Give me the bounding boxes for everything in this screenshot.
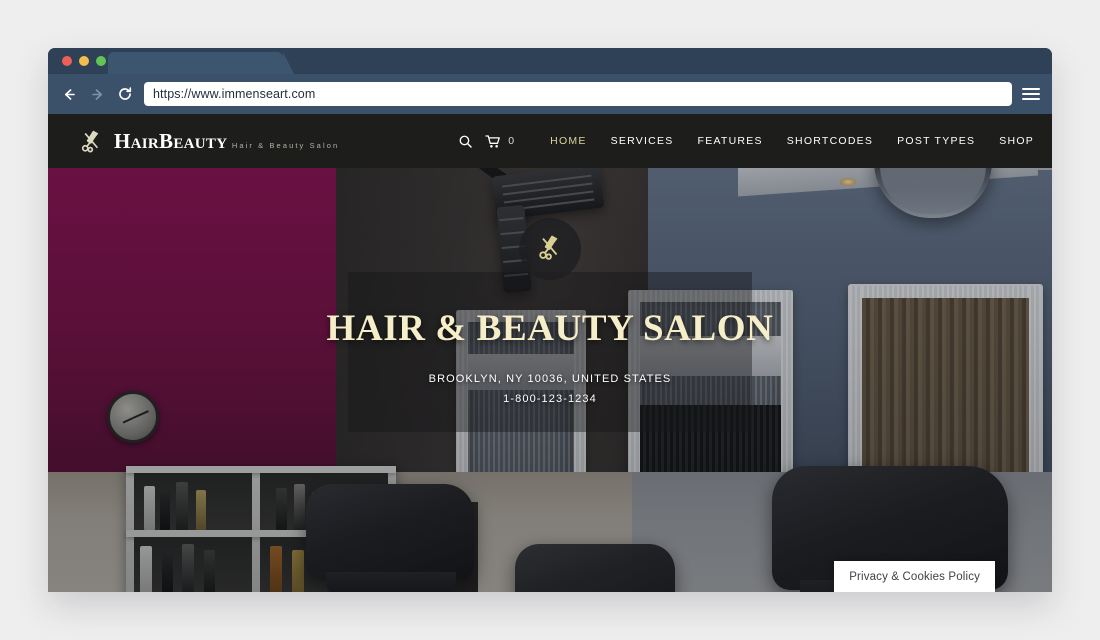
site-logo[interactable]: HairBeauty Hair & Beauty Salon — [78, 127, 339, 155]
cart-count: 0 — [508, 135, 515, 147]
address-bar-text: https://www.immenseart.com — [153, 87, 316, 101]
nav-item-shop[interactable]: SHOP — [987, 135, 1034, 147]
nav-item-post-types[interactable]: POST TYPES — [885, 135, 987, 147]
hero-title: HAIR & BEAUTY SALON — [326, 308, 774, 349]
cart-icon[interactable]: 0 — [485, 134, 514, 149]
nav-item-home[interactable]: HOME — [538, 135, 599, 147]
window-controls — [62, 56, 106, 66]
hero-address: BROOKLYN, NY 10036, UNITED STATES — [428, 373, 672, 385]
nav-item-shortcodes[interactable]: SHORTCODES — [775, 135, 885, 147]
header-right: 0 HOME SERVICES FEATURES SHORTCODES POST… — [458, 134, 1034, 149]
browser-tabstrip — [48, 48, 1052, 74]
close-window-button[interactable] — [62, 56, 72, 66]
hero-badge — [519, 218, 581, 280]
address-bar[interactable]: https://www.immenseart.com — [144, 82, 1012, 106]
nav-item-services[interactable]: SERVICES — [599, 135, 686, 147]
reload-button[interactable] — [116, 85, 134, 103]
search-icon[interactable] — [458, 134, 473, 149]
forward-button[interactable] — [88, 85, 106, 103]
minimize-window-button[interactable] — [79, 56, 89, 66]
scissors-comb-icon — [535, 232, 565, 267]
browser-toolbar: https://www.immenseart.com — [48, 74, 1052, 114]
hero-phone: 1-800-123-1234 — [503, 393, 597, 405]
scissors-comb-icon — [78, 127, 105, 155]
site-logo-text: HairBeauty Hair & Beauty Salon — [114, 130, 339, 152]
browser-tab[interactable] — [108, 52, 294, 74]
nav-item-features[interactable]: FEATURES — [686, 135, 775, 147]
site-logo-name: HairBeauty — [114, 129, 228, 153]
back-button[interactable] — [60, 85, 78, 103]
maximize-window-button[interactable] — [96, 56, 106, 66]
main-navigation: HOME SERVICES FEATURES SHORTCODES POST T… — [538, 135, 1034, 147]
browser-window: https://www.immenseart.com HairBeauty Ha… — [48, 48, 1052, 592]
hero-content: HAIR & BEAUTY SALON BROOKLYN, NY 10036, … — [48, 218, 1052, 405]
page-viewport: HairBeauty Hair & Beauty Salon 0 HOME SE… — [48, 114, 1052, 592]
site-logo-tagline: Hair & Beauty Salon — [231, 141, 340, 150]
site-header: HairBeauty Hair & Beauty Salon 0 HOME SE… — [48, 114, 1052, 168]
privacy-cookies-policy-tab[interactable]: Privacy & Cookies Policy — [834, 561, 995, 592]
browser-menu-icon[interactable] — [1022, 85, 1040, 103]
